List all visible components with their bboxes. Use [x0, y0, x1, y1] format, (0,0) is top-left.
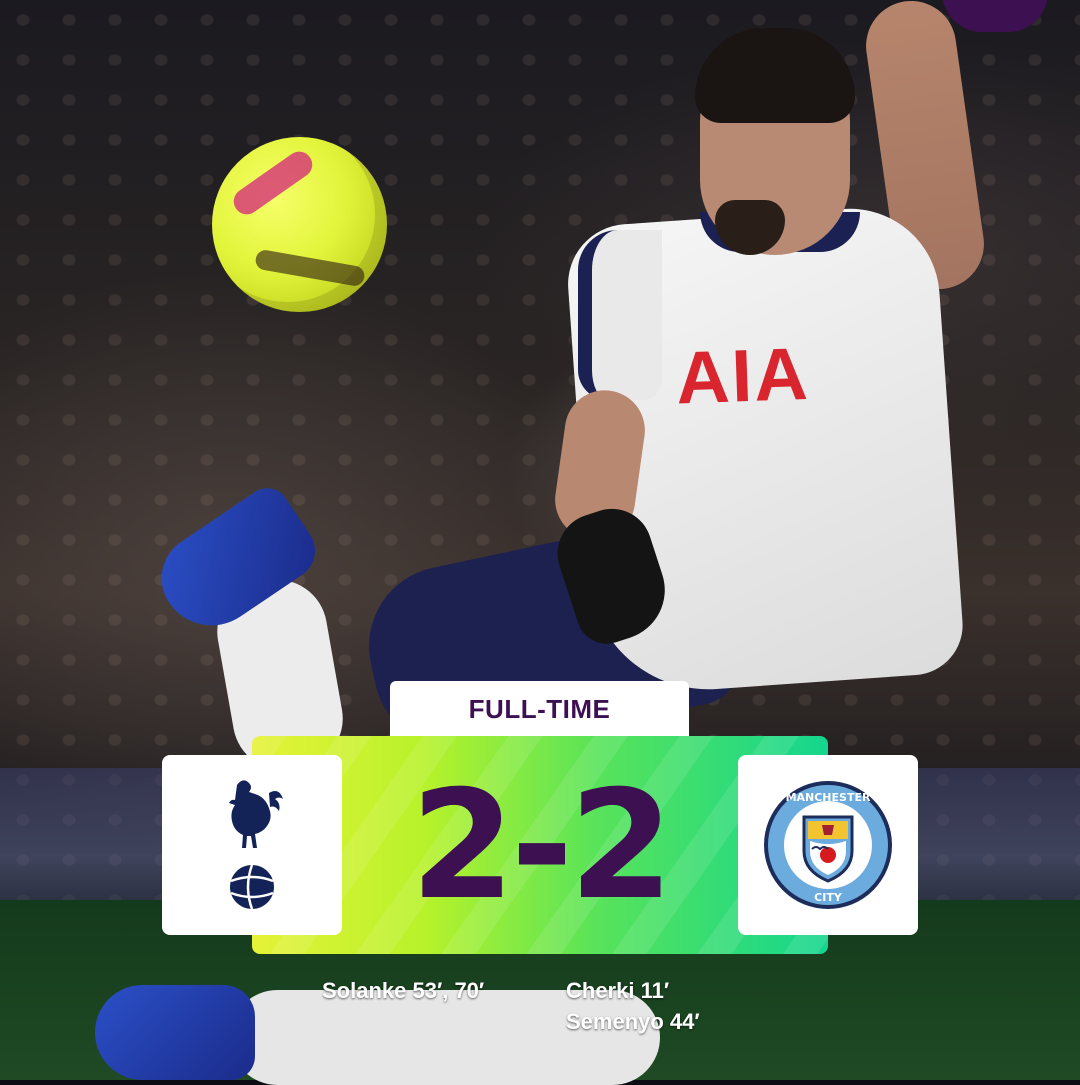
player-standing-boot	[95, 985, 255, 1080]
scorer-line: Solanke 53′, 70′	[322, 978, 485, 1003]
scorer-line: Cherki 11′	[566, 978, 670, 1003]
match-status-label: FULL-TIME	[468, 693, 611, 724]
player-sleeve	[578, 230, 662, 400]
home-team-card	[162, 755, 342, 935]
scorer-line: Semenyo 44′	[566, 1009, 700, 1034]
svg-text:CITY: CITY	[814, 891, 843, 904]
manchester-city-crest-icon: MANCHESTER CITY	[764, 781, 892, 909]
svg-text:MANCHESTER: MANCHESTER	[786, 791, 871, 804]
away-scorers: Cherki 11′ Semenyo 44′	[566, 975, 766, 1037]
match-status-tab: FULL-TIME	[390, 681, 689, 737]
player-hair	[695, 28, 855, 123]
tottenham-hotspur-crest-icon	[229, 780, 283, 910]
away-team-card: MANCHESTER CITY	[738, 755, 918, 935]
home-scorers: Solanke 53′, 70′	[322, 975, 522, 1006]
shirt-sponsor-text: AIA	[674, 331, 811, 420]
